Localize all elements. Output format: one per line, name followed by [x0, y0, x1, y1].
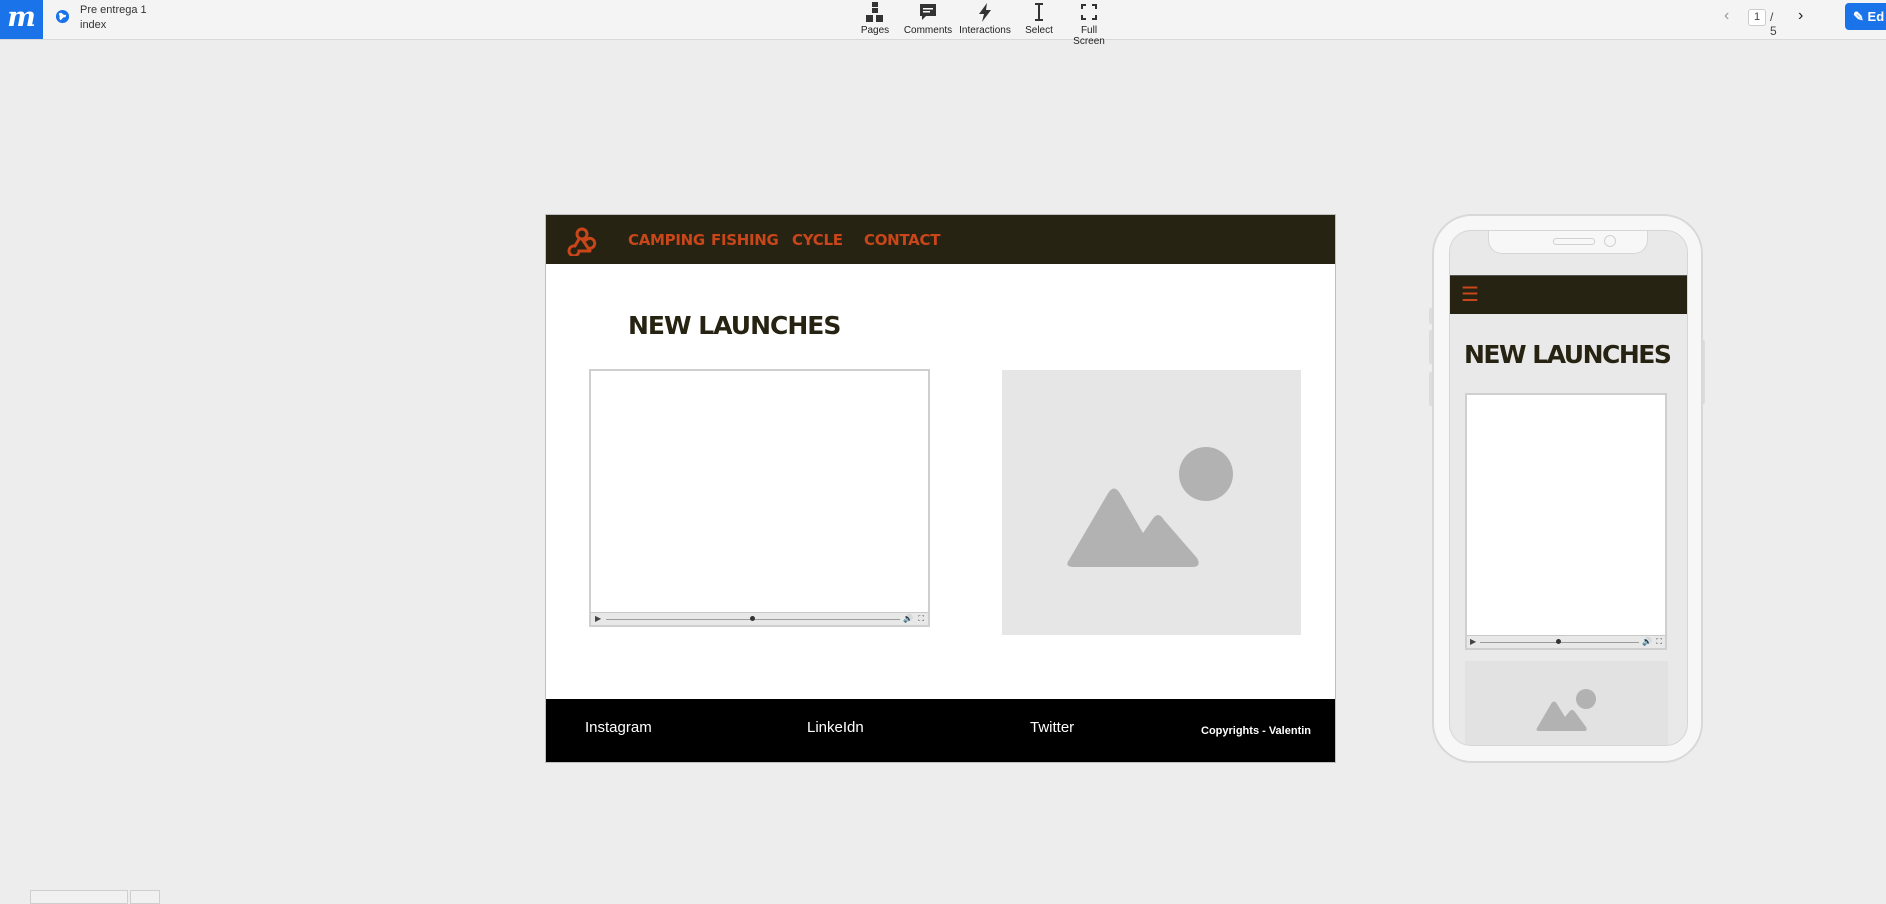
- phone-screen: ☰ NEW LAUNCHES ▶ 🔊 ⛶: [1449, 230, 1688, 746]
- pages-button[interactable]: Pages: [855, 0, 895, 39]
- page-number-input[interactable]: 1: [1748, 9, 1766, 26]
- image-icon: [1536, 689, 1596, 731]
- page-name: index: [80, 19, 107, 31]
- project-name: Pre entrega 1: [80, 4, 147, 16]
- lightning-icon: [979, 3, 991, 22]
- page-title: NEW LAUNCHES: [628, 311, 841, 340]
- volume-icon[interactable]: 🔊: [903, 613, 913, 625]
- comments-label: Comments: [903, 25, 953, 36]
- footer-link-linkedin[interactable]: LinkeIdn: [807, 719, 864, 736]
- desktop-mockup: CAMPING FISHING CYCLE CONTACT NEW LAUNCH…: [545, 214, 1336, 763]
- play-icon[interactable]: ▶: [595, 613, 601, 625]
- page-total: / 5: [1770, 10, 1777, 38]
- video-fullscreen-icon[interactable]: ⛶: [1656, 636, 1662, 648]
- pages-label: Pages: [860, 25, 890, 36]
- edit-button[interactable]: ✎ Ed: [1845, 3, 1886, 30]
- interactions-button[interactable]: Interactions: [957, 0, 1013, 39]
- edit-label: Ed: [1867, 9, 1885, 24]
- hamburger-icon[interactable]: ☰: [1461, 285, 1479, 305]
- text-cursor-icon: [1035, 3, 1043, 21]
- volume-icon[interactable]: 🔊: [1642, 636, 1652, 648]
- nav-link-cycle[interactable]: CYCLE: [792, 231, 843, 249]
- video-player[interactable]: ▶ 🔊 ⛶: [589, 369, 930, 627]
- moqups-logo[interactable]: m: [0, 0, 43, 39]
- bottom-panel-tab[interactable]: [130, 890, 160, 904]
- interactions-label: Interactions: [959, 25, 1011, 36]
- select-button[interactable]: Select: [1020, 0, 1058, 39]
- mobile-image-placeholder: [1465, 661, 1668, 745]
- top-toolbar: m Pre entrega 1 index Pages Comments Int…: [0, 0, 1886, 47]
- mobile-video-player[interactable]: ▶ 🔊 ⛶: [1465, 393, 1667, 650]
- image-placeholder: [1002, 370, 1301, 635]
- project-info[interactable]: Pre entrega 1 index: [80, 3, 147, 33]
- phone-speaker: [1553, 238, 1595, 245]
- mobile-video-progress-handle[interactable]: [1556, 639, 1561, 644]
- play-icon[interactable]: ▶: [1470, 636, 1476, 648]
- phone-camera: [1604, 235, 1616, 247]
- globe-icon[interactable]: [55, 9, 70, 24]
- comment-icon: [920, 4, 936, 20]
- chevron-right-icon[interactable]: ›: [1798, 8, 1803, 24]
- nav-link-contact[interactable]: CONTACT: [864, 231, 940, 249]
- video-controls: ▶ 🔊 ⛶: [591, 612, 928, 625]
- image-icon: [1067, 447, 1233, 567]
- fullscreen-label: Full Screen: [1073, 25, 1105, 47]
- video-fullscreen-icon[interactable]: ⛶: [918, 613, 924, 625]
- copyright-text: Copyrights - Valentin: [1201, 725, 1312, 737]
- footer-link-instagram[interactable]: Instagram: [585, 719, 652, 736]
- webhook-icon[interactable]: [566, 226, 598, 256]
- pencil-icon: ✎: [1853, 9, 1864, 24]
- select-label: Select: [1025, 25, 1053, 36]
- fullscreen-button[interactable]: Full Screen: [1064, 0, 1114, 47]
- phone-notch: [1488, 231, 1648, 254]
- nav-link-camping[interactable]: CAMPING: [628, 231, 705, 249]
- chevron-left-icon[interactable]: ‹: [1724, 8, 1729, 24]
- mobile-video-controls: ▶ 🔊 ⛶: [1467, 635, 1665, 648]
- comments-button[interactable]: Comments: [903, 0, 953, 39]
- desktop-footer: Instagram LinkeIdn Twitter Copyrights - …: [546, 699, 1335, 762]
- desktop-navbar: CAMPING FISHING CYCLE CONTACT: [546, 215, 1335, 264]
- fullscreen-icon: [1081, 4, 1097, 20]
- bottom-panel-tab[interactable]: [30, 890, 128, 904]
- video-progress-handle[interactable]: [750, 616, 755, 621]
- nav-link-fishing[interactable]: FISHING: [711, 231, 779, 249]
- mobile-navbar: ☰: [1450, 275, 1687, 314]
- footer-link-twitter[interactable]: Twitter: [1030, 719, 1074, 736]
- mobile-page-title: NEW LAUNCHES: [1464, 340, 1672, 369]
- pages-icon: [866, 2, 883, 22]
- mobile-mockup: ☰ NEW LAUNCHES ▶ 🔊 ⛶: [1432, 214, 1703, 763]
